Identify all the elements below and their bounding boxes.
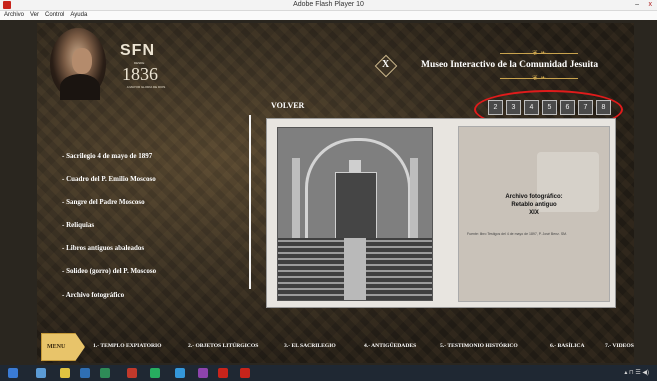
nav-el-sacrilegio[interactable]: 3.- EL SACRILEGIO [284,343,336,350]
menu-item-sangre[interactable]: - Sangre del Padre Moscoso [62,197,156,207]
flash-taskbar-icon[interactable] [240,368,250,378]
menu-item-cuadro[interactable]: - Cuadro del P. Emilio Moscoso [62,174,156,184]
portrait-face [72,48,92,74]
page-button-5[interactable]: 5 [542,100,557,115]
nav-videos[interactable]: 7.- VIDEOS [605,343,634,350]
page-button-7[interactable]: 7 [578,100,593,115]
app-icon-green[interactable] [150,368,160,378]
folder-icon[interactable] [60,368,70,378]
menu-item-reliquias[interactable]: - Reliquias [62,220,156,230]
excel-icon[interactable] [100,368,110,378]
page-button-8[interactable]: 8 [596,100,611,115]
nav-objetos-liturgicos[interactable]: 2.- OBJETOS LITÚRGICOS [188,343,258,350]
x-label: X [382,59,390,70]
menubar: Archivo Ver Control Ayuda [0,11,657,20]
portrait-robe [60,74,100,100]
info-source: Fuente: libro Testigos del 4 de mayo de … [467,232,568,236]
menu-ayuda[interactable]: Ayuda [70,11,87,20]
ornament-bottom-icon: ❦ ❧ [532,74,546,82]
ornament-line-top [500,53,578,54]
windows-taskbar: ▴ ⊓ ☰ ◀) [0,365,657,381]
menu-archivo[interactable]: Archivo [4,11,24,20]
close-x-button[interactable]: X [374,54,398,78]
info-century: XIX [529,210,539,216]
nav-basilica[interactable]: 6.- BASÍLICA [550,343,585,350]
info-subtitle: Retablo antiguo [511,202,557,208]
nav-testimonio-historico[interactable]: 5.- TESTIMONIO HISTÓRICO [440,343,518,350]
flash-stage: SFN DESDE 1836 A MAYOR GLORIA DE DIOS X … [0,20,657,365]
divider-line [249,115,251,289]
logo-sfn-text: SFN [120,42,155,59]
ie-icon[interactable] [36,368,46,378]
logo-year: 1836 [122,64,158,84]
photo-panel: Archivo fotográfico: Retablo antiguo XIX… [266,118,616,308]
logo-motto: A MAYOR GLORIA DE DIOS [126,85,166,89]
word-icon[interactable] [80,368,90,378]
system-tray[interactable]: ▴ ⊓ ☰ ◀) [624,368,649,378]
window-title: Adobe Flash Player 10 [293,1,364,8]
page-selector: 2 3 4 5 6 7 8 [488,100,611,115]
menu-label: MENU [47,344,66,350]
bottom-navigation: MENU 1.- TEMPLO EXPIATORIO 2.- OBJETOS L… [0,330,657,365]
page-button-6[interactable]: 6 [560,100,575,115]
menu-control[interactable]: Control [45,11,64,20]
app-icon-blue[interactable] [175,368,185,378]
museum-background: SFN DESDE 1836 A MAYOR GLORIA DE DIOS X … [37,23,634,363]
menu-item-solideo[interactable]: - Solideo (gorro) del P. Moscoso [62,266,156,276]
menu-item-libros[interactable]: - Libros antiguos abaleados [62,243,156,253]
photo-altar [335,172,377,240]
retablo-photo [277,127,433,301]
sfn-logo: SFN DESDE 1836 A MAYOR GLORIA DE DIOS [120,39,180,95]
app-icon-red[interactable] [127,368,137,378]
page-button-4[interactable]: 4 [524,100,539,115]
menu-ver[interactable]: Ver [30,11,39,20]
start-icon[interactable] [8,368,18,378]
info-title: Archivo fotográfico: [505,194,563,200]
volver-button[interactable]: VOLVER [271,101,304,111]
page-button-2[interactable]: 2 [488,100,503,115]
info-card: Archivo fotográfico: Retablo antiguo XIX… [458,126,610,302]
menu-item-sacrilegio[interactable]: - Sacrilegio 4 de mayo de 1897 [62,151,156,161]
minimize-button[interactable]: – [635,0,639,10]
app-icon-purple[interactable] [198,368,208,378]
window-titlebar: Adobe Flash Player 10 – x [0,0,657,11]
close-button[interactable]: x [649,0,653,10]
sacrilegio-menu: - Sacrilegio 4 de mayo de 1897 - Cuadro … [62,151,156,313]
museum-title: Museo Interactivo de la Comunidad Jesuit… [421,60,599,70]
nav-templo-expiatorio[interactable]: 1.- TEMPLO EXPIATORIO [93,343,162,350]
jesuit-portrait [50,28,106,100]
page-button-3[interactable]: 3 [506,100,521,115]
pdf-icon[interactable] [218,368,228,378]
photo-aisle [344,238,366,300]
menu-button[interactable]: MENU [41,333,85,361]
menu-item-archivo-fotografico[interactable]: - Archivo fotográfico [62,290,156,300]
nav-antiguedades[interactable]: 4.- ANTIGÜEDADES [364,343,416,350]
